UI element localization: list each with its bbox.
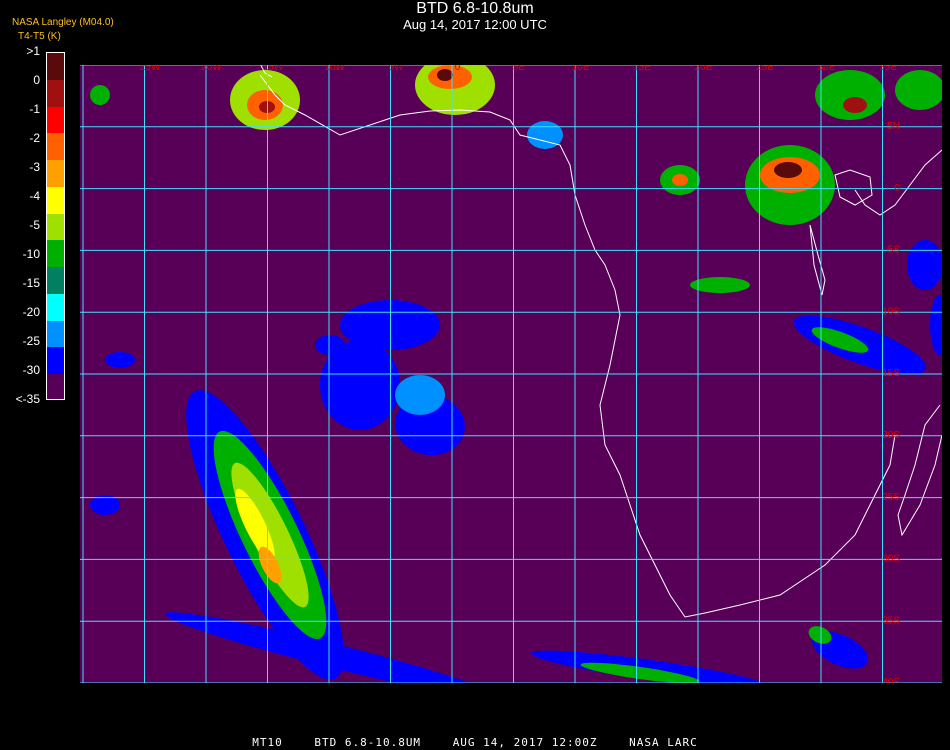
- colorbar-tick-label: -1: [29, 102, 40, 116]
- lon-label: 5W: [389, 65, 405, 73]
- colorbar-tick-label: <-35: [15, 392, 40, 406]
- colorbar-segment: [47, 240, 64, 268]
- convection-cell: [815, 70, 885, 120]
- lat-label: 15S: [882, 368, 900, 379]
- colorbar-tick-label: >1: [26, 44, 40, 58]
- lat-label: 0: [894, 183, 900, 194]
- colorbar-segment: [47, 79, 64, 107]
- lon-label: 35E: [879, 65, 897, 73]
- colorbar-tick-label: -30: [22, 363, 40, 377]
- footer-product: BTD 6.8-10.8UM: [314, 736, 422, 749]
- lon-label: 5E: [513, 65, 526, 73]
- colorbar: [46, 52, 65, 400]
- colorbar-segment: [47, 106, 64, 134]
- colorbar-tick-label: -3: [29, 160, 40, 174]
- lon-label: 25W: [140, 65, 161, 73]
- colorbar-tick-label: -25: [22, 334, 40, 348]
- colorbar-tick-label: -4: [29, 189, 40, 203]
- colorbar-segment: [47, 293, 64, 321]
- lon-label: 30E: [818, 65, 836, 73]
- convection-cell: [774, 162, 802, 178]
- cloud-patch: [690, 277, 750, 293]
- satellite-map: 25W 20W 15W 10W 5W 0 5E 10E 15E 20E 25E 30E 35E 5N 0 5S…: [80, 65, 942, 683]
- lat-label: 35S: [882, 615, 900, 626]
- footer-satellite: MT10: [252, 736, 283, 749]
- colorbar-tick-label: -2: [29, 131, 40, 145]
- cloud-patch: [315, 335, 345, 355]
- lat-label: 40S: [882, 677, 900, 683]
- lon-label: 0: [455, 65, 461, 73]
- colorbar-segment: [47, 133, 64, 161]
- convection-cell: [90, 85, 110, 105]
- colorbar-tick-label: -15: [22, 276, 40, 290]
- footer-bar: MT10 BTD 6.8-10.8UM AUG 14, 2017 12:00Z …: [0, 736, 950, 749]
- convection-cell: [672, 174, 688, 186]
- colorbar-segment: [47, 53, 64, 80]
- colorbar-segment: [47, 186, 64, 214]
- colorbar-segment: [47, 320, 64, 348]
- footer-org: NASA LARC: [629, 736, 698, 749]
- colorbar-tick-label: -20: [22, 305, 40, 319]
- colorbar-segment: [47, 374, 64, 399]
- lat-label: 10S: [882, 306, 900, 317]
- lon-label: 20W: [201, 65, 222, 73]
- colorbar-tick-label: -10: [22, 247, 40, 261]
- convection-cell: [437, 69, 453, 81]
- cloud-patch: [105, 352, 135, 368]
- lat-label: 5S: [888, 245, 901, 256]
- colorbar-segment: [47, 213, 64, 241]
- lat-label: 20S: [882, 430, 900, 441]
- cloud-patch: [395, 375, 445, 415]
- lon-label: 10W: [324, 65, 345, 73]
- cloud-patch: [907, 240, 942, 290]
- lon-label: 25E: [756, 65, 774, 73]
- lon-label: 20E: [695, 65, 713, 73]
- lon-label: 15W: [263, 65, 284, 73]
- colorbar-unit-label: T4-T5 (K): [18, 31, 61, 42]
- footer-time: AUG 14, 2017 12:00Z: [452, 736, 598, 749]
- lat-label: 25S: [882, 492, 900, 503]
- convection-cell: [843, 97, 867, 113]
- colorbar-segment: [47, 347, 64, 375]
- colorbar-segment: [47, 160, 64, 187]
- map-datetime: Aug 14, 2017 12:00 UTC: [403, 17, 547, 32]
- lat-label: 30S: [882, 554, 900, 565]
- map-title: BTD 6.8-10.8um: [416, 0, 534, 17]
- colorbar-segment: [47, 267, 64, 294]
- lon-label: 15E: [633, 65, 651, 73]
- colorbar-tick-label: -5: [29, 218, 40, 232]
- source-label: NASA Langley (M04.0): [12, 17, 114, 28]
- lat-label: 5N: [887, 121, 900, 132]
- lon-label: 10E: [572, 65, 590, 73]
- colorbar-tick-label: 0: [33, 73, 40, 87]
